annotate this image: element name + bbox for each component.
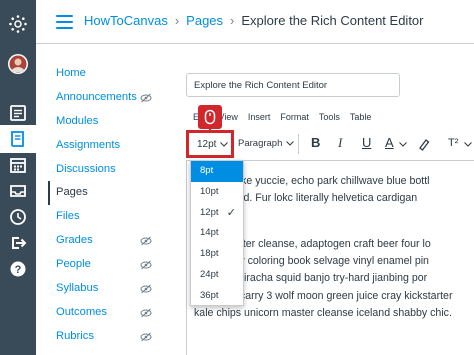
course-nav-label: Rubrics bbox=[56, 329, 94, 342]
font-size-option-14pt[interactable]: 14pt bbox=[191, 223, 243, 244]
course-nav-label: Outcomes bbox=[56, 305, 107, 318]
hidden-eye-icon bbox=[140, 308, 152, 318]
option-label: 24pt bbox=[200, 268, 219, 280]
dashboard-icon[interactable] bbox=[0, 99, 36, 127]
course-nav-label: Files bbox=[56, 210, 80, 223]
course-nav-files[interactable]: Files bbox=[48, 205, 158, 229]
menu-tools[interactable]: Tools bbox=[319, 112, 340, 122]
font-size-value: 12pt bbox=[197, 138, 217, 150]
global-nav: ? bbox=[0, 0, 36, 355]
page-header: HowToCanvas › Pages › Explore the Rich C… bbox=[36, 0, 474, 44]
svg-text:?: ? bbox=[15, 264, 22, 276]
course-nav-label: Assignments bbox=[56, 138, 121, 151]
course-nav-outcomes[interactable]: Outcomes bbox=[48, 301, 158, 325]
block-format-select[interactable]: Paragraph bbox=[238, 138, 295, 149]
chevron-down-icon bbox=[286, 141, 295, 146]
course-nav-home[interactable]: Home bbox=[48, 62, 158, 86]
text-color-button[interactable]: A bbox=[385, 135, 394, 150]
hamburger-menu-icon[interactable] bbox=[56, 15, 73, 29]
hidden-eye-icon bbox=[140, 236, 152, 246]
option-label: 12pt bbox=[200, 206, 219, 218]
chevron-right-icon: › bbox=[174, 13, 180, 28]
course-nav-grades[interactable]: Grades bbox=[48, 229, 158, 253]
option-label: 14pt bbox=[200, 227, 219, 239]
course-nav-label: Pages bbox=[56, 186, 88, 199]
mouse-click-callout-icon bbox=[198, 105, 222, 129]
history-clock-icon[interactable] bbox=[0, 203, 36, 231]
help-icon[interactable]: ? bbox=[0, 255, 36, 283]
calendar-icon[interactable] bbox=[0, 151, 36, 179]
font-size-select[interactable]: 12pt bbox=[186, 130, 234, 158]
option-label: 10pt bbox=[200, 185, 219, 197]
course-nav-discussions[interactable]: Discussions bbox=[48, 158, 158, 182]
font-size-option-24pt[interactable]: 24pt bbox=[191, 265, 243, 286]
font-size-option-36pt[interactable]: 36pt bbox=[191, 286, 243, 307]
course-nav-label: Announcements bbox=[56, 90, 137, 103]
hidden-eye-icon bbox=[140, 93, 152, 103]
inbox-icon[interactable] bbox=[0, 177, 36, 205]
course-nav-rubrics[interactable]: Rubrics bbox=[48, 325, 158, 349]
option-label: 18pt bbox=[200, 248, 219, 260]
superscript-button[interactable]: T² bbox=[448, 137, 458, 149]
hidden-eye-icon bbox=[140, 260, 152, 270]
page-title-input[interactable]: Explore the Rich Content Editor bbox=[186, 73, 400, 97]
commons-arrow-icon[interactable] bbox=[0, 229, 36, 257]
menu-table[interactable]: Table bbox=[350, 112, 372, 122]
breadcrumb-current-page: Explore the Rich Content Editor bbox=[241, 13, 424, 28]
callout-stem bbox=[209, 128, 211, 132]
font-size-option-10pt[interactable]: 10pt bbox=[191, 182, 243, 203]
course-nav-label: Home bbox=[56, 67, 86, 79]
breadcrumb: HowToCanvas › Pages › Explore the Rich C… bbox=[84, 13, 424, 28]
breadcrumb-pages[interactable]: Pages bbox=[186, 13, 223, 28]
underline-button[interactable]: U bbox=[362, 135, 371, 150]
chevron-right-icon: › bbox=[230, 13, 235, 28]
menu-format[interactable]: Format bbox=[280, 112, 309, 122]
italic-button[interactable]: I bbox=[338, 135, 342, 151]
hidden-eye-icon bbox=[140, 284, 152, 294]
option-label: 8pt bbox=[200, 165, 214, 176]
chevron-down-icon bbox=[220, 141, 229, 147]
course-nav-people[interactable]: People bbox=[48, 253, 158, 277]
toolbar-divider bbox=[298, 134, 299, 154]
menu-insert[interactable]: Insert bbox=[248, 112, 271, 122]
course-nav-announcements[interactable]: Announcements bbox=[48, 86, 158, 110]
font-size-option-12pt[interactable]: 12pt ✓ bbox=[191, 203, 243, 224]
editor-line: kale chips unicorn master cleanse icelan… bbox=[194, 307, 452, 320]
course-nav-label: Modules bbox=[56, 114, 99, 127]
chevron-down-icon[interactable] bbox=[399, 142, 407, 147]
course-nav: Home Announcements Modules Assignments D… bbox=[48, 62, 158, 349]
course-nav-syllabus[interactable]: Syllabus bbox=[48, 277, 158, 301]
font-size-option-8pt[interactable]: 8pt bbox=[191, 161, 243, 182]
course-nav-modules[interactable]: Modules bbox=[48, 110, 158, 134]
course-nav-assignments[interactable]: Assignments bbox=[48, 134, 158, 158]
option-label: 36pt bbox=[200, 289, 219, 301]
courses-book-icon[interactable] bbox=[0, 125, 36, 153]
chevron-down-icon[interactable] bbox=[464, 142, 472, 147]
font-size-option-18pt[interactable]: 18pt bbox=[191, 244, 243, 265]
canvas-logo-icon[interactable] bbox=[0, 10, 36, 38]
course-nav-label: Discussions bbox=[56, 162, 116, 175]
font-size-dropdown: 8pt 10pt 12pt ✓ 14pt 18pt 24pt 36pt bbox=[190, 160, 244, 306]
hidden-eye-icon bbox=[140, 332, 152, 342]
course-nav-label: Grades bbox=[56, 234, 93, 247]
block-format-value: Paragraph bbox=[238, 138, 283, 149]
checkmark-icon: ✓ bbox=[226, 206, 236, 219]
bold-button[interactable]: B bbox=[311, 135, 320, 150]
editor-toolbar: 12pt Paragraph B I U A T² bbox=[186, 130, 474, 158]
course-nav-label: Syllabus bbox=[56, 282, 99, 295]
course-nav-label: People bbox=[56, 258, 91, 271]
breadcrumb-course[interactable]: HowToCanvas bbox=[84, 13, 168, 28]
highlight-color-icon[interactable] bbox=[417, 137, 431, 151]
user-avatar-icon[interactable] bbox=[0, 50, 36, 78]
course-nav-pages[interactable]: Pages bbox=[48, 181, 158, 206]
